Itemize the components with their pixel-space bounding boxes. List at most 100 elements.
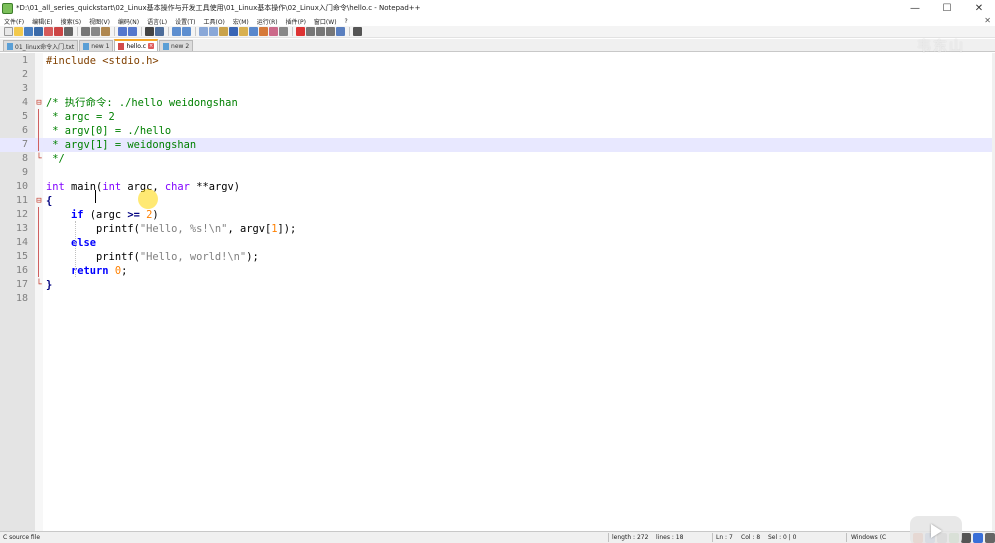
fold-end-marker (35, 250, 43, 264)
close-document-icon[interactable]: ✕ (984, 16, 991, 25)
code-line[interactable]: 4 ⊟/* 执行命令: ./hello weidongshan (0, 96, 992, 110)
code-line[interactable]: 18 (0, 292, 992, 306)
close-all-icon[interactable] (54, 27, 63, 36)
code-line[interactable]: 16 return 0; (0, 264, 992, 278)
code-token: ; (121, 265, 128, 277)
menu-encoding[interactable]: 编码(N) (114, 17, 143, 26)
tab-hello-c[interactable]: hello.c × (114, 39, 159, 51)
replace-icon[interactable] (155, 27, 164, 36)
spell-check-icon[interactable] (353, 27, 362, 36)
code-text: printf("Hello, %s!\n", argv[1]); (46, 222, 296, 236)
code-token: { (46, 195, 53, 207)
new-file-icon[interactable] (4, 27, 13, 36)
record-macro-icon[interactable] (296, 27, 305, 36)
play-macro-icon[interactable] (316, 27, 325, 36)
code-token: printf( (46, 251, 140, 263)
code-line[interactable]: 5 * argc = 2 (0, 110, 992, 124)
fold-collapse-icon[interactable]: ⊟ (35, 194, 43, 208)
menu-settings[interactable]: 设置(T) (171, 17, 199, 26)
line-number: 17 (15, 279, 28, 290)
menu-file[interactable]: 文件(F) (0, 17, 28, 26)
line-number: 16 (15, 265, 28, 276)
code-token: char (164, 181, 190, 193)
word-wrap-icon[interactable] (219, 27, 228, 36)
tab-label: new 2 (171, 42, 190, 50)
code-line[interactable]: 3 (0, 82, 992, 96)
code-text: /* 执行命令: ./hello weidongshan (46, 96, 238, 110)
paste-icon[interactable] (101, 27, 110, 36)
code-line[interactable]: 9 (0, 166, 992, 180)
redo-icon[interactable] (128, 27, 137, 36)
tray-app-icon[interactable] (961, 533, 971, 543)
run-macro-multiple-icon[interactable] (326, 27, 335, 36)
zoom-in-icon[interactable] (172, 27, 181, 36)
minimize-button[interactable]: — (899, 0, 931, 16)
status-lines: lines : 18 (656, 534, 684, 541)
tab-new-1[interactable]: new 1 (79, 40, 114, 51)
find-icon[interactable] (145, 27, 154, 36)
code-token: ]); (277, 223, 297, 235)
code-text: return 0; (46, 264, 127, 278)
tab-linux-commands[interactable]: 01_linux命令入门.txt (3, 40, 79, 51)
indent-guide-icon[interactable] (239, 27, 248, 36)
code-line[interactable]: 17 └} (0, 278, 992, 292)
fold-end-marker (35, 236, 43, 250)
menu-plugins[interactable]: 插件(P) (282, 17, 310, 26)
code-line[interactable]: 13 printf("Hello, %s!\n", argv[1]); (0, 222, 992, 236)
code-line[interactable]: 7 * argv[1] = weidongshan (0, 138, 992, 152)
print-icon[interactable] (64, 27, 73, 36)
line-number: 8 (21, 153, 28, 164)
function-list-icon[interactable] (269, 27, 278, 36)
show-all-chars-icon[interactable] (229, 27, 238, 36)
code-line[interactable]: 6 * argv[0] = ./hello (0, 124, 992, 138)
folder-workspace-icon[interactable] (279, 27, 288, 36)
code-line[interactable]: 12 if (argc >= 2) (0, 208, 992, 222)
code-line[interactable]: 2 (0, 68, 992, 82)
menu-run[interactable]: 运行(R) (253, 17, 282, 26)
menu-tools[interactable]: 工具(O) (199, 17, 228, 26)
save-icon[interactable] (24, 27, 33, 36)
video-play-button[interactable] (910, 516, 962, 543)
toolbar-separator (77, 27, 78, 36)
fold-end-marker: └ (36, 280, 42, 290)
doc-map-icon[interactable] (259, 27, 268, 36)
menu-bar: 文件(F) 编辑(E) 搜索(S) 视图(V) 编码(N) 语言(L) 设置(T… (0, 16, 995, 26)
cut-icon[interactable] (81, 27, 90, 36)
sync-vertical-icon[interactable] (199, 27, 208, 36)
fold-collapse-icon[interactable]: ⊟ (35, 96, 43, 110)
close-file-icon[interactable] (44, 27, 53, 36)
code-line[interactable]: 8 └ */ (0, 152, 992, 166)
close-button[interactable]: ✕ (963, 0, 995, 16)
udl-icon[interactable] (249, 27, 258, 36)
menu-help[interactable]: ? (341, 18, 352, 25)
menu-edit[interactable]: 编辑(E) (28, 17, 56, 26)
menu-window[interactable]: 窗口(W) (310, 17, 341, 26)
undo-icon[interactable] (118, 27, 127, 36)
tab-new-2[interactable]: new 2 (159, 40, 194, 51)
code-line[interactable]: 1 #include <stdio.h> (0, 54, 992, 68)
save-all-icon[interactable] (34, 27, 43, 36)
file-icon (83, 42, 90, 50)
tab-close-icon[interactable]: × (148, 43, 155, 49)
code-token: int (102, 181, 122, 193)
code-editor[interactable]: 1 #include <stdio.h> 2 3 4 ⊟/* 执行命令: ./hello … (0, 53, 995, 531)
unsaved-file-icon (118, 42, 125, 50)
zoom-out-icon[interactable] (182, 27, 191, 36)
save-macro-icon[interactable] (336, 27, 345, 36)
maximize-button[interactable]: ☐ (931, 0, 963, 16)
menu-macro[interactable]: 宏(M) (229, 17, 253, 26)
tray-app-icon[interactable] (985, 533, 995, 543)
fold-end-marker (35, 138, 43, 152)
menu-view[interactable]: 视图(V) (85, 17, 114, 26)
menu-language[interactable]: 语言(L) (143, 17, 171, 26)
tray-app-icon[interactable] (973, 533, 983, 543)
copy-icon[interactable] (91, 27, 100, 36)
open-file-icon[interactable] (14, 27, 23, 36)
menu-search[interactable]: 搜索(S) (57, 17, 86, 26)
sync-horizontal-icon[interactable] (209, 27, 218, 36)
code-line[interactable]: 14 else (0, 236, 992, 250)
stop-macro-icon[interactable] (306, 27, 315, 36)
fold-end-marker (35, 124, 43, 138)
code-line[interactable]: 15 printf("Hello, world!\n"); (0, 250, 992, 264)
code-token: >= (127, 209, 140, 221)
